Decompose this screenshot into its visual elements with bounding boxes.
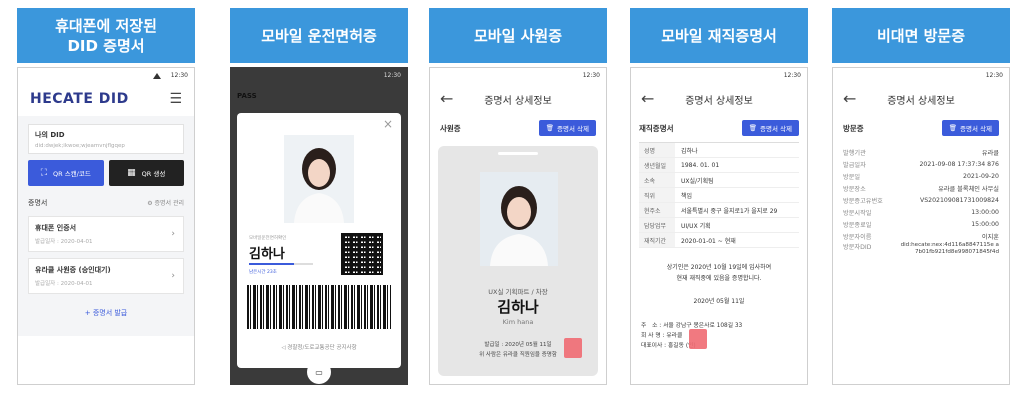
company-stamp	[689, 329, 707, 349]
cert-item[interactable]: 유라클 사원증 (승인대기) 발급일자 : 2020-04-01 ›	[28, 258, 184, 294]
table-row: 담당업무 UI/UX 기획	[639, 218, 799, 233]
company-stamp	[564, 338, 582, 358]
table-row: 생년월일 1984. 01. 01	[639, 158, 799, 173]
card-toggle-button[interactable]: ▭	[307, 360, 331, 384]
license-footer: ◁ 경찰청/도로교통공단 공지사항	[281, 345, 357, 351]
close-icon[interactable]: ×	[383, 117, 393, 131]
delete-cert-button[interactable]: 🗑 증명서 삭제	[941, 120, 999, 136]
detail-row: 발급일자 2021-09-08 17:37:34 876	[843, 160, 999, 169]
issue-cert-button[interactable]: + 증명서 발급	[28, 308, 184, 318]
chevron-right-icon: ›	[171, 229, 175, 239]
screen-title: 증명서 상세정보	[685, 96, 753, 107]
detail-row: 방문증고유번호 VS202109081731009824	[843, 196, 999, 205]
employee-card: UX실 기획파트 / 차장 김하나 Kim hana 발급일 : 2020년 0…	[438, 146, 598, 376]
info-icon: ◁	[281, 345, 286, 351]
status-bar: 12:30	[18, 68, 194, 82]
employee-photo	[480, 172, 558, 266]
statement-line: 현재 재직중에 있음을 증명합니다.	[676, 275, 762, 282]
employee-dept: UX실 기획파트 / 차장	[488, 288, 548, 296]
panel-visitor-pass: 비대면 방문증 12:30 ← 증명서 상세정보 방문증 🗑 증명서 삭제 발행기관…	[832, 8, 1010, 385]
table-row: 직위 책임	[639, 188, 799, 203]
status-bar: 12:30	[582, 72, 600, 79]
menu-icon[interactable]: ☰	[169, 91, 182, 107]
company-name: 회 사 명 : 유라클	[641, 333, 683, 339]
visit-details: 발행기관 유라클 발급일자 2021-09-08 17:37:34 876 방문일 2…	[833, 146, 1009, 264]
panel-employment-cert: 모바일 재직증명서 12:30 ← 증명서 상세정보 재직증명서 🗑 증명서 삭제 …	[630, 8, 808, 385]
cert-table: 성명 김하나 생년월일 1984. 01. 01 소속 UX실/기획팀 직위 책임 현주…	[639, 142, 799, 248]
did-card[interactable]: 나의 DID did:dwjek;ikwoe;wjeamvnjflgqep	[28, 124, 184, 154]
trash-icon: 🗑	[748, 124, 758, 132]
panel-employee-card: 모바일 사원증 12:30 ← 증명서 상세정보 사원증 🗑 증명서 삭제 UX실 …	[429, 8, 607, 385]
status-time: 12:30	[170, 72, 188, 79]
barcode	[247, 285, 391, 329]
cert-name: 유라클 사원증 (승인대기)	[35, 266, 111, 274]
status-bar: 12:30	[783, 72, 801, 79]
panel-banner: 비대면 방문증	[832, 8, 1010, 63]
screen-title: 증명서 상세정보	[887, 96, 955, 107]
license-name: 김하나	[249, 247, 285, 262]
employee-name: 김하나	[497, 298, 539, 316]
detail-row: 방문장소 유라클 블록체인 사무실	[843, 185, 999, 193]
cert-date: 발급일자 : 2020-04-01	[35, 281, 93, 287]
license-small-label: 모바일운전면허확인	[249, 236, 287, 241]
detail-row: 방문자DID did:hecate:nex:4d116a8847115e a7b0…	[843, 242, 999, 255]
panel-did-wallet: 휴대폰에 저장된 DID 증명서 12:30 HECATE DID ☰ 나의 D…	[17, 8, 195, 385]
qr-code	[341, 233, 383, 275]
cert-section-title: 증명서	[28, 199, 48, 207]
company-ceo: 대표이사 : 홍길동 (인)	[641, 343, 696, 349]
cert-name: 휴대폰 인증서	[35, 224, 77, 232]
employee-eng-name: Kim hana	[502, 318, 534, 326]
qr-icon: ▦	[127, 168, 136, 178]
detail-row: 방문자이름 이지훈	[843, 233, 999, 241]
qr-create-button[interactable]: ▦ QR 생성	[108, 160, 184, 186]
detail-row: 발행기관 유라클	[843, 149, 999, 157]
cert-date: 2020년 05월 11일	[693, 298, 745, 305]
detail-row: 방문일 2021-09-20	[843, 172, 999, 181]
app-logo: HECATE DID	[30, 91, 129, 107]
phone-screen: 12:30 ← 증명서 상세정보 재직증명서 🗑 증명서 삭제 성명 김하나 생년월일…	[630, 67, 808, 385]
license-photo	[284, 135, 354, 223]
phone-screen: 12:30 ← 증명서 상세정보 사원증 🗑 증명서 삭제 UX실 기획파트 / 차…	[429, 67, 607, 385]
pass-logo: PASS	[237, 92, 257, 100]
qr-scan-button[interactable]: ⛶ QR 스캔/코드	[28, 160, 104, 186]
statement-line: 상기인은 2020년 10월 19일에 입사하여	[666, 264, 772, 271]
cert-manage-link[interactable]: ⚙ 증명서 관리	[147, 198, 184, 208]
screen-title: 증명서 상세정보	[484, 96, 552, 107]
status-bar: 12:30	[383, 72, 401, 79]
did-value: did:dwjek;ikwoe;wjeamvnjflgqep	[35, 143, 125, 149]
timer-bar	[249, 263, 313, 265]
did-title: 나의 DID	[35, 131, 65, 139]
panel-banner: 모바일 사원증	[429, 8, 607, 63]
table-row: 소속 UX실/기획팀	[639, 173, 799, 188]
company-address: 주 소 : 서울 강남구 봉은사로 108길 33	[641, 323, 743, 329]
phone-screen: 12:30 PASS × 모바일운전면허확인 김하나 남은시간 23초 ◁ 경찰…	[230, 67, 408, 385]
cert-type: 방문증	[843, 123, 864, 133]
license-modal: × 모바일운전면허확인 김하나 남은시간 23초 ◁ 경찰청/도로교통공단 공지…	[237, 113, 401, 368]
status-bar: 12:30	[985, 72, 1003, 79]
remain-time: 남은시간 23초	[249, 270, 277, 275]
phone-screen: 12:30 HECATE DID ☰ 나의 DID did:dwjek;ikwo…	[17, 67, 195, 385]
delete-cert-button[interactable]: 🗑 증명서 삭제	[538, 120, 596, 136]
cert-type: 사원증	[440, 123, 461, 133]
panel-banner: 모바일 운전면허증	[230, 8, 408, 63]
cert-date: 발급일자 : 2020-04-01	[35, 239, 93, 245]
phone-screen: 12:30 ← 증명서 상세정보 방문증 🗑 증명서 삭제 발행기관 유라클 발급일자…	[832, 67, 1010, 385]
table-row: 성명 김하나	[639, 143, 799, 158]
chevron-right-icon: ›	[171, 271, 175, 281]
signal-icon	[153, 73, 169, 79]
cert-item[interactable]: 휴대폰 인증서 발급일자 : 2020-04-01 ›	[28, 216, 184, 252]
delete-cert-button[interactable]: 🗑 증명서 삭제	[741, 120, 799, 136]
detail-row: 방문시작일 13:00:00	[843, 208, 999, 217]
table-row: 재직기간 2020-01-01 ~ 현재	[639, 233, 799, 248]
trash-icon: 🗑	[948, 124, 958, 132]
panel-mobile-license: 모바일 운전면허증 12:30 PASS × 모바일운전면허확인 김하나 남은시…	[230, 8, 408, 385]
scan-icon: ⛶	[40, 168, 47, 178]
panel-banner: 모바일 재직증명서	[630, 8, 808, 63]
panel-banner: 휴대폰에 저장된 DID 증명서	[17, 8, 195, 63]
detail-row: 방문종료일 15:00:00	[843, 220, 999, 229]
trash-icon: 🗑	[545, 124, 555, 132]
table-row: 현주소 서울특별시 중구 을지로1가 을지로 29	[639, 203, 799, 218]
cert-type: 재직증명서	[639, 123, 674, 133]
